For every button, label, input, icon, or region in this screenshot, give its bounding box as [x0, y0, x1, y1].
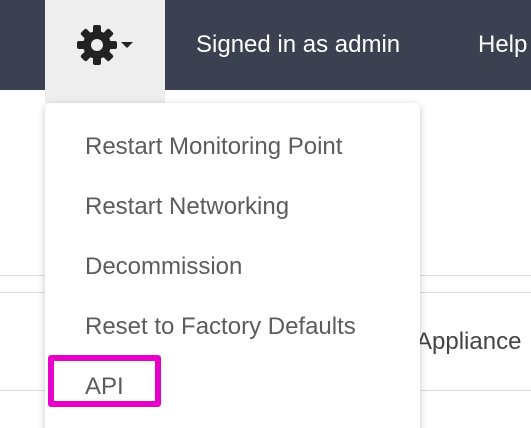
menu-item-decommission[interactable]: Decommission: [85, 252, 242, 282]
page: Appliance Signed in as admin Help Restar…: [0, 0, 531, 428]
gear-icon: [76, 24, 118, 66]
background-column-text: Appliance: [416, 328, 522, 355]
signed-in-label: Signed in as admin: [196, 31, 401, 58]
menu-item-restart-networking[interactable]: Restart Networking: [85, 192, 289, 222]
settings-dropdown-toggle[interactable]: [45, 0, 165, 103]
menu-item-api[interactable]: API: [85, 372, 124, 402]
help-link[interactable]: Help: [478, 30, 527, 60]
caret-down-icon: [120, 40, 134, 50]
menu-item-restart-monitoring-point[interactable]: Restart Monitoring Point: [85, 132, 342, 162]
menu-item-reset-factory-defaults[interactable]: Reset to Factory Defaults: [85, 312, 356, 342]
settings-menu: Restart Monitoring Point Restart Network…: [45, 103, 420, 428]
